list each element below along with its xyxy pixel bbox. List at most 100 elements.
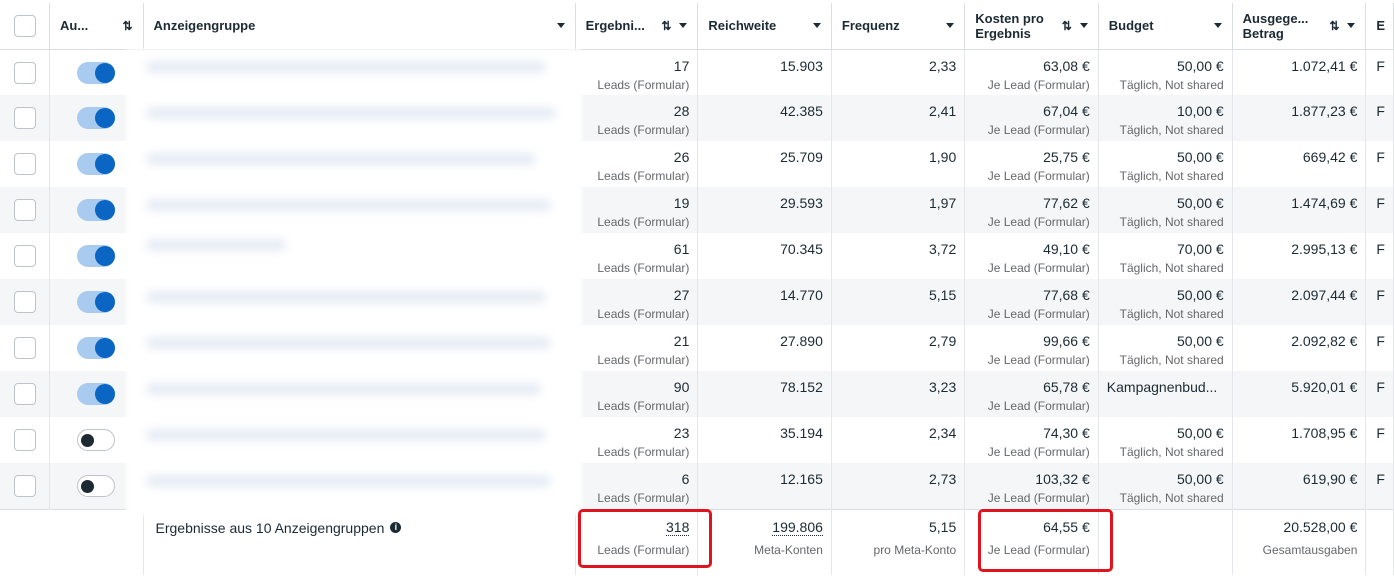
row-frequency-cell: 1,90 xyxy=(831,141,966,187)
col-spent[interactable]: Ausgege... Betrag ⇅ xyxy=(1232,3,1367,50)
row-extra-cell: F xyxy=(1365,95,1394,141)
row-budget-cell[interactable]: 10,00 € Täglich, Not shared xyxy=(1098,95,1233,141)
row-extra-cell: F xyxy=(1365,417,1394,463)
chevron-down-icon[interactable] xyxy=(1213,23,1222,29)
total-budget-cell xyxy=(1098,508,1233,575)
total-frequency-cell: 5,15 pro Meta-Konto xyxy=(831,508,966,575)
row-select-cell xyxy=(0,95,51,141)
col-budget[interactable]: Budget xyxy=(1098,3,1233,50)
row-spent-cell: 1.474,69 € xyxy=(1232,187,1367,233)
row-select-cell xyxy=(0,417,51,463)
row-budget-cell[interactable]: Kampagnenbud... xyxy=(1098,371,1233,417)
results-value: 27 xyxy=(673,287,690,303)
row-checkbox[interactable] xyxy=(13,107,36,129)
row-results-cell: 90 Leads (Formular) xyxy=(575,371,699,417)
budget-type: Täglich, Not shared xyxy=(1119,123,1224,137)
frequency-value: 1,90 xyxy=(928,149,957,165)
row-checkbox[interactable] xyxy=(13,199,36,221)
results-type: Leads (Formular) xyxy=(597,445,690,459)
row-checkbox[interactable] xyxy=(13,383,36,405)
sort-icon[interactable]: ⇅ xyxy=(122,19,132,33)
budget-value: 50,00 € xyxy=(1176,195,1224,211)
budget-value: 10,00 € xyxy=(1176,103,1224,119)
col-extra[interactable]: E xyxy=(1365,3,1394,50)
col-cost-per-result[interactable]: Kosten pro Ergebnis ⇅ xyxy=(964,3,1099,50)
row-spent-cell: 5.920,01 € xyxy=(1232,371,1367,417)
row-checkbox[interactable] xyxy=(13,245,36,267)
row-checkbox[interactable] xyxy=(13,291,36,313)
results-value: 23 xyxy=(673,425,690,441)
chevron-down-icon[interactable] xyxy=(1079,23,1088,29)
row-budget-cell[interactable]: 50,00 € Täglich, Not shared xyxy=(1098,141,1233,187)
sort-icon[interactable]: ⇅ xyxy=(1329,19,1339,33)
status-toggle[interactable] xyxy=(77,199,116,221)
col-spent-label: Ausgege... Betrag xyxy=(1242,10,1309,41)
chevron-down-icon[interactable] xyxy=(946,23,955,29)
col-status-label: Au... xyxy=(60,18,89,34)
total-reach-value[interactable]: 199.806 xyxy=(772,518,823,536)
col-frequency[interactable]: Frequenz xyxy=(831,3,966,50)
row-checkbox[interactable] xyxy=(13,153,36,175)
frequency-value: 2,33 xyxy=(928,57,957,74)
col-reach[interactable]: Reichweite xyxy=(697,3,832,50)
row-checkbox[interactable] xyxy=(13,61,36,84)
row-budget-cell[interactable]: 50,00 € Täglich, Not shared xyxy=(1098,463,1233,509)
extra-value: F xyxy=(1376,425,1385,441)
status-toggle[interactable] xyxy=(77,107,116,129)
redaction-blur xyxy=(146,291,546,303)
status-toggle[interactable] xyxy=(77,153,116,175)
chevron-down-icon[interactable] xyxy=(1347,23,1356,29)
reach-value: 78.152 xyxy=(780,379,823,395)
row-frequency-cell: 3,23 xyxy=(831,371,966,417)
row-budget-cell[interactable]: 50,00 € Täglich, Not shared xyxy=(1098,187,1233,233)
chevron-down-icon[interactable] xyxy=(556,23,565,29)
row-budget-cell[interactable]: 50,00 € Täglich, Not shared xyxy=(1098,279,1233,325)
row-reach-cell: 29.593 xyxy=(697,187,832,233)
status-toggle[interactable] xyxy=(77,245,116,267)
row-cost-cell: 77,62 € Je Lead (Formular) xyxy=(964,187,1099,233)
redaction-blur xyxy=(146,383,541,395)
chevron-down-icon[interactable] xyxy=(812,23,821,29)
total-frequency-value: 5,15 xyxy=(928,518,957,535)
row-frequency-cell: 2,79 xyxy=(831,325,966,371)
results-type: Leads (Formular) xyxy=(597,169,690,183)
row-budget-cell[interactable]: 50,00 € Täglich, Not shared xyxy=(1098,325,1233,371)
budget-type: Täglich, Not shared xyxy=(1119,215,1224,229)
redaction-blur xyxy=(146,61,546,73)
col-name[interactable]: Anzeigengruppe xyxy=(143,3,576,50)
status-toggle[interactable] xyxy=(77,337,116,359)
chevron-down-icon[interactable] xyxy=(679,23,688,29)
status-toggle[interactable] xyxy=(77,61,116,84)
row-select-cell xyxy=(0,325,51,371)
status-toggle[interactable] xyxy=(77,429,116,451)
row-budget-cell[interactable]: 50,00 € Täglich, Not shared xyxy=(1098,49,1233,95)
sort-icon[interactable]: ⇅ xyxy=(1062,19,1072,33)
budget-value: 50,00 € xyxy=(1176,149,1224,165)
status-toggle[interactable] xyxy=(77,475,116,497)
row-reach-cell: 12.165 xyxy=(697,463,832,509)
status-toggle[interactable] xyxy=(77,383,116,405)
row-checkbox[interactable] xyxy=(13,337,36,359)
budget-type: Täglich, Not shared xyxy=(1119,445,1224,459)
status-toggle[interactable] xyxy=(77,291,116,313)
total-reach-cell: 199.806 Meta-Konten xyxy=(697,508,832,575)
redaction-blur xyxy=(146,429,546,441)
row-checkbox[interactable] xyxy=(13,429,36,451)
row-checkbox[interactable] xyxy=(13,475,36,497)
cost-type: Je Lead (Formular) xyxy=(987,353,1090,367)
reach-value: 70.345 xyxy=(780,241,823,257)
select-all-checkbox[interactable] xyxy=(13,14,36,37)
col-results[interactable]: Ergebni... ⇅ xyxy=(575,3,699,50)
row-budget-cell[interactable]: 70,00 € Täglich, Not shared xyxy=(1098,233,1233,279)
extra-value: F xyxy=(1376,471,1385,487)
row-cost-cell: 67,04 € Je Lead (Formular) xyxy=(964,95,1099,141)
cost-type: Je Lead (Formular) xyxy=(987,123,1090,137)
row-budget-cell[interactable]: 50,00 € Täglich, Not shared xyxy=(1098,417,1233,463)
col-status[interactable]: Au... ⇅ xyxy=(49,3,144,50)
info-icon[interactable]: i xyxy=(390,522,402,533)
results-value: 28 xyxy=(673,103,690,119)
row-spent-cell: 2.097,44 € xyxy=(1232,279,1367,325)
sort-icon[interactable]: ⇅ xyxy=(661,19,671,33)
row-select-cell xyxy=(0,233,51,279)
spent-value: 619,90 € xyxy=(1302,471,1358,487)
